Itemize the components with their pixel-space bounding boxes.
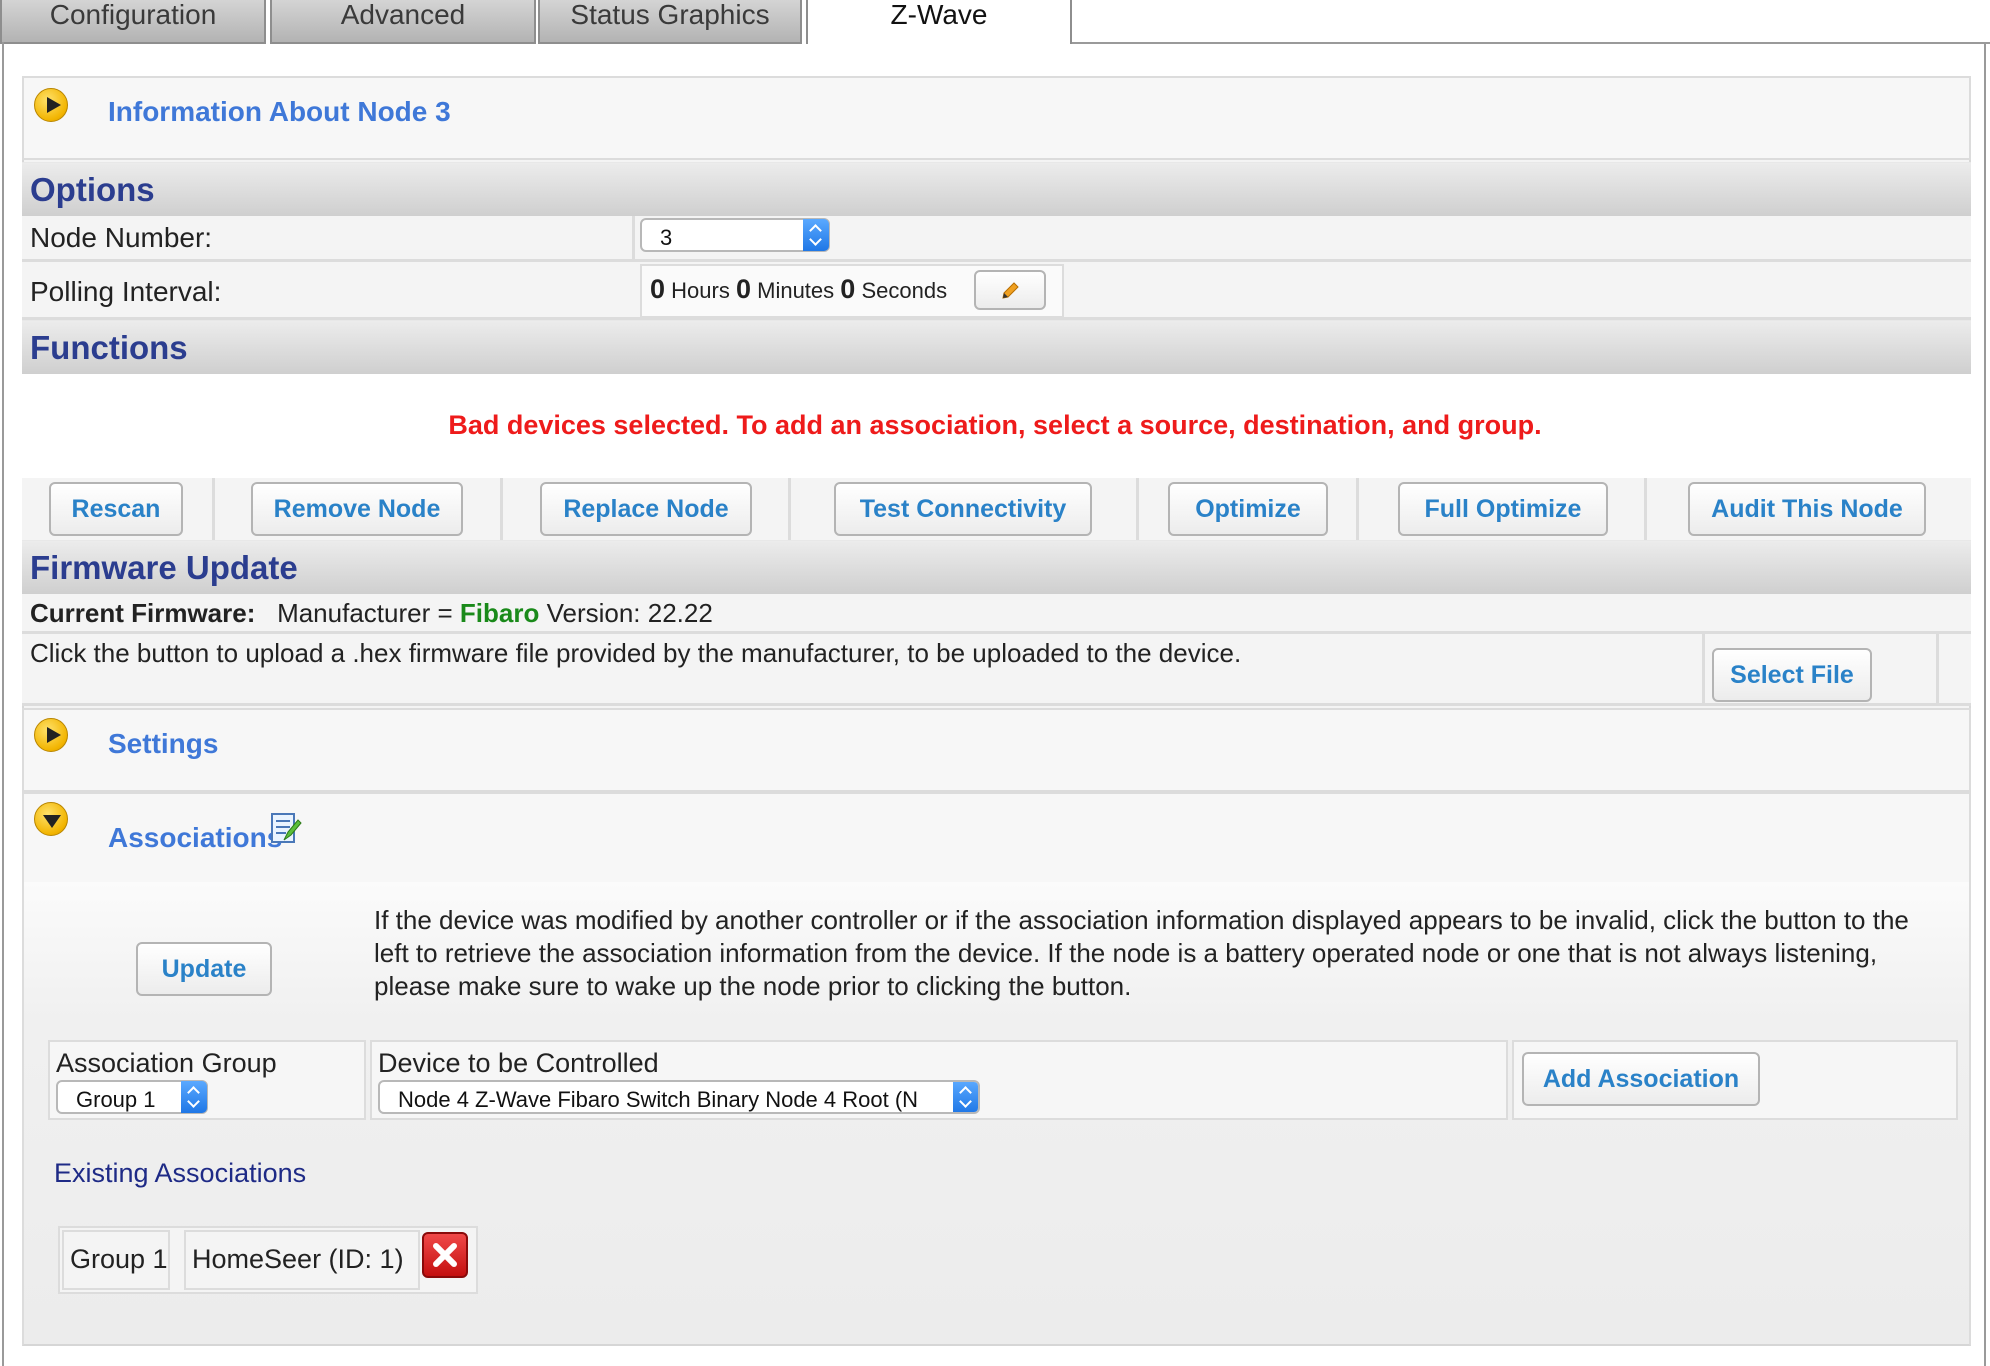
polling-hours-unit: Hours bbox=[671, 278, 730, 303]
device-controlled-select[interactable]: Node 4 Z-Wave Fibaro Switch Binary Node … bbox=[378, 1080, 980, 1114]
firmware-title: Firmware Update bbox=[30, 549, 298, 586]
firmware-heading: Firmware Update bbox=[22, 540, 1971, 594]
device-controlled-label: Device to be Controlled bbox=[378, 1048, 659, 1078]
tab-z-wave[interactable]: Z-Wave bbox=[806, 0, 1072, 44]
node-number-row: Node Number: bbox=[22, 216, 1971, 262]
btn-divider bbox=[1356, 478, 1359, 542]
polling-box: 0 Hours 0 Minutes 0 Seconds bbox=[640, 264, 1064, 318]
existing-association-row: Group 1 HomeSeer (ID: 1) bbox=[58, 1226, 478, 1294]
polling-value: 0 Hours 0 Minutes 0 Seconds bbox=[650, 274, 947, 305]
polling-label: Polling Interval: bbox=[30, 276, 222, 307]
current-firmware-info: Current Firmware: Manufacturer = Fibaro … bbox=[30, 598, 713, 629]
collapse-arrow-icon[interactable] bbox=[34, 802, 68, 836]
edit-pencil-icon bbox=[1002, 282, 1019, 300]
info-panel-title[interactable]: Information About Node 3 bbox=[108, 96, 451, 128]
update-button[interactable]: Update bbox=[136, 942, 272, 996]
add-association-button[interactable]: Add Association bbox=[1522, 1052, 1760, 1106]
settings-panel-header[interactable]: Settings bbox=[22, 708, 1971, 792]
associations-help-text: If the device was modified by another co… bbox=[374, 905, 1909, 1001]
audit-this-node-button[interactable]: Audit This Node bbox=[1688, 482, 1926, 536]
chevron-updown-icon bbox=[953, 1082, 978, 1112]
firmware-upload-text: Click the button to upload a .hex firmwa… bbox=[30, 638, 1242, 668]
select-file-button[interactable]: Select File bbox=[1712, 648, 1872, 702]
options-title: Options bbox=[30, 171, 155, 208]
firmware-upload-row: Click the button to upload a .hex firmwa… bbox=[22, 634, 1971, 706]
polling-minutes-unit: Minutes bbox=[757, 278, 835, 303]
settings-panel-title[interactable]: Settings bbox=[108, 728, 218, 760]
expand-arrow-icon[interactable] bbox=[34, 88, 68, 122]
polling-minutes: 0 bbox=[735, 274, 751, 304]
polling-hours: 0 bbox=[650, 274, 666, 304]
node-number-value: 3 bbox=[660, 225, 673, 250]
btn-divider bbox=[788, 478, 791, 542]
node-number-select[interactable]: 3 bbox=[640, 218, 830, 252]
btn-divider bbox=[1136, 478, 1139, 542]
btn-divider bbox=[1644, 478, 1647, 542]
node-number-label: Node Number: bbox=[30, 222, 213, 253]
associations-panel-title[interactable]: Associations bbox=[108, 822, 282, 854]
delete-association-button[interactable] bbox=[422, 1232, 468, 1278]
tab-bar: Configuration Advanced Status Graphics Z… bbox=[0, 0, 1990, 44]
replace-node-button[interactable]: Replace Node bbox=[540, 482, 752, 536]
existing-associations-heading: Existing Associations bbox=[54, 1158, 307, 1188]
firmware-divider bbox=[1936, 634, 1939, 706]
current-firmware-row: Current Firmware: Manufacturer = Fibaro … bbox=[22, 594, 1971, 634]
device-controlled-cell: Device to be Controlled Node 4 Z-Wave Fi… bbox=[370, 1040, 1508, 1120]
existing-target-cell: HomeSeer (ID: 1) bbox=[184, 1230, 420, 1290]
remove-node-button[interactable]: Remove Node bbox=[251, 482, 463, 536]
rescan-button[interactable]: Rescan bbox=[49, 482, 183, 536]
test-connectivity-button[interactable]: Test Connectivity bbox=[834, 482, 1092, 536]
chevron-updown-icon bbox=[803, 219, 829, 251]
manufacturer-name: Fibaro bbox=[459, 598, 540, 628]
functions-title: Functions bbox=[30, 329, 188, 366]
error-message: Bad devices selected. To add an associat… bbox=[448, 410, 1542, 440]
chevron-updown-icon bbox=[181, 1081, 207, 1113]
current-firmware-label: Current Firmware: bbox=[30, 598, 256, 628]
firmware-divider bbox=[1702, 634, 1705, 706]
btn-divider bbox=[500, 478, 503, 542]
optimize-button[interactable]: Optimize bbox=[1168, 482, 1328, 536]
tab-advanced[interactable]: Advanced bbox=[270, 0, 536, 44]
firmware-version: Version: 22.22 bbox=[546, 598, 713, 628]
polling-seconds-unit: Seconds bbox=[861, 278, 948, 303]
btn-divider bbox=[212, 478, 215, 542]
association-group-cell: Association Group Group 1 bbox=[48, 1040, 366, 1120]
association-group-select[interactable]: Group 1 bbox=[56, 1080, 208, 1114]
delete-x-icon bbox=[433, 1243, 457, 1267]
tab-configuration[interactable]: Configuration bbox=[0, 0, 266, 44]
info-panel-header[interactable]: Information About Node 3 bbox=[22, 76, 1971, 160]
edit-polling-button[interactable] bbox=[974, 270, 1046, 310]
manufacturer-prefix: Manufacturer = bbox=[277, 598, 453, 628]
association-group-value: Group 1 bbox=[76, 1087, 156, 1112]
device-controlled-value: Node 4 Z-Wave Fibaro Switch Binary Node … bbox=[398, 1087, 919, 1112]
tab-status-graphics[interactable]: Status Graphics bbox=[538, 0, 802, 44]
existing-group-label: Group 1 bbox=[70, 1244, 168, 1274]
association-group-label: Association Group bbox=[56, 1048, 277, 1078]
functions-heading: Functions bbox=[22, 320, 1971, 374]
polling-seconds: 0 bbox=[840, 274, 856, 304]
full-optimize-button[interactable]: Full Optimize bbox=[1398, 482, 1608, 536]
expand-arrow-icon[interactable] bbox=[34, 718, 68, 752]
options-heading: Options bbox=[22, 162, 1971, 216]
existing-target-label: HomeSeer (ID: 1) bbox=[192, 1244, 404, 1274]
existing-group-cell: Group 1 bbox=[62, 1230, 170, 1290]
associations-panel-header[interactable]: Associations bbox=[22, 792, 1971, 882]
notepad-icon[interactable] bbox=[268, 810, 302, 846]
